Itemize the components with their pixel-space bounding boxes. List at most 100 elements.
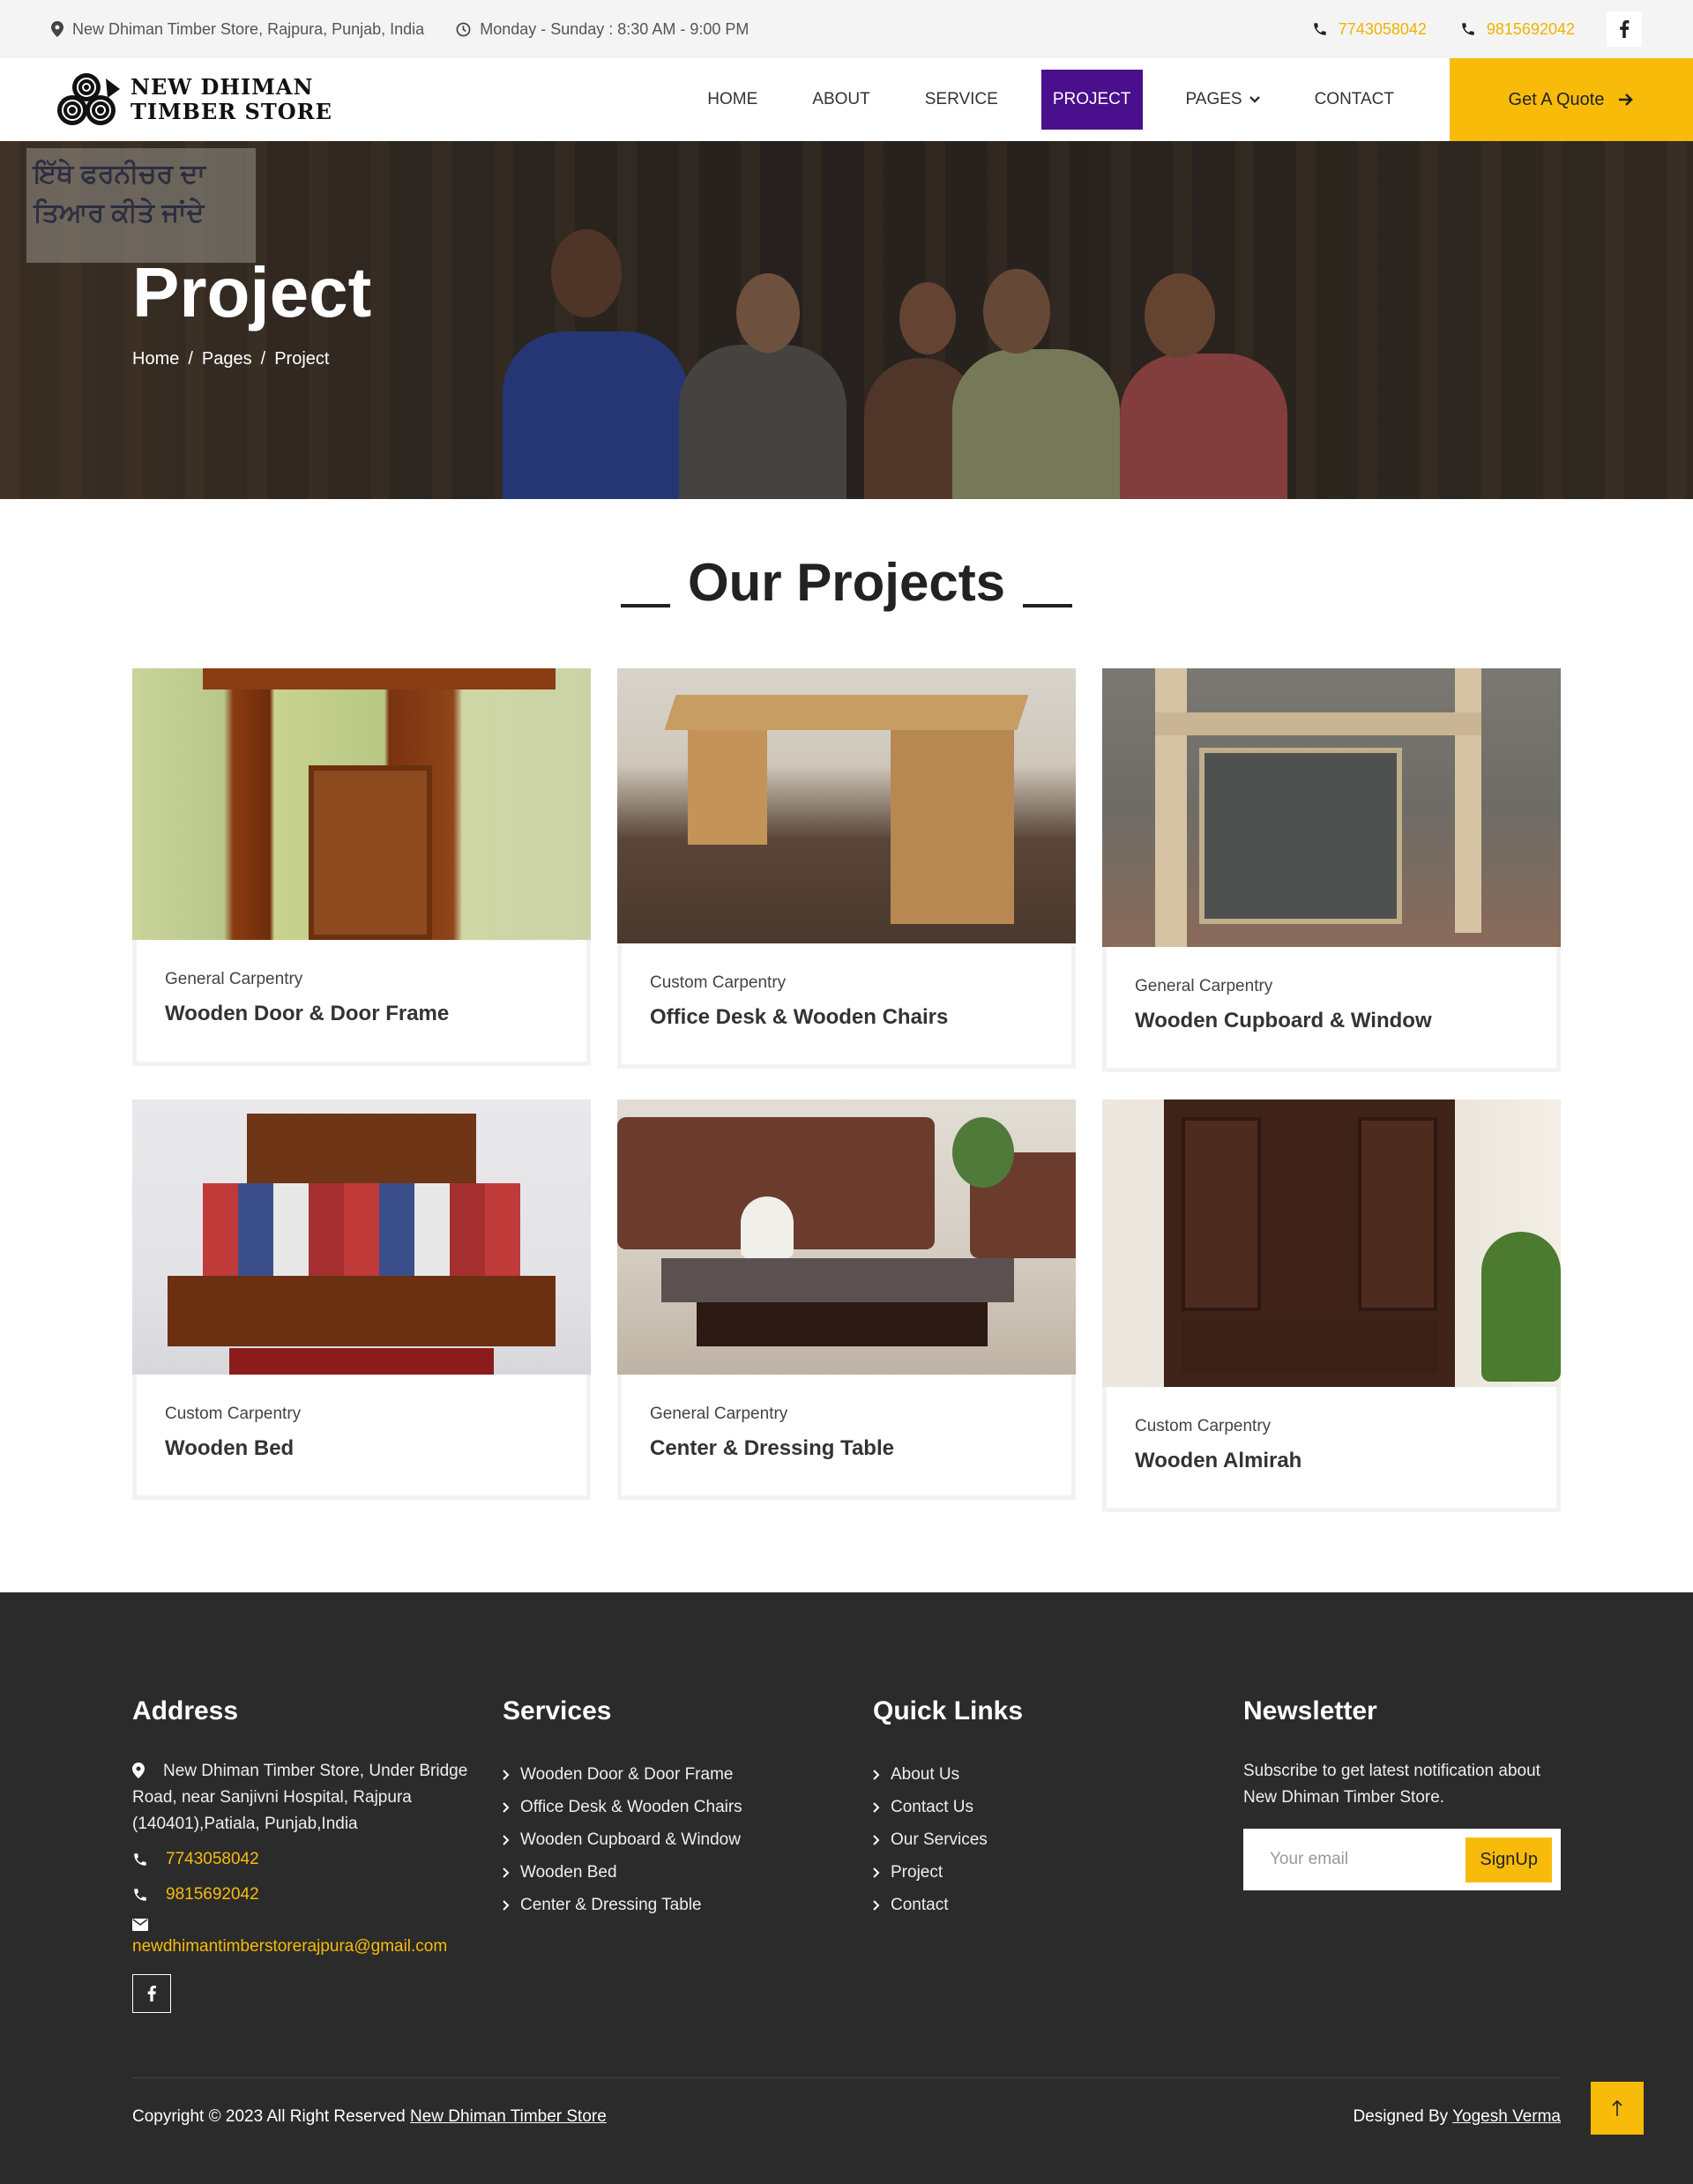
chevron-right-icon xyxy=(503,1867,510,1878)
newsletter-email-input[interactable]: Your email xyxy=(1270,1850,1466,1869)
phone-icon xyxy=(134,1889,146,1901)
footer-newsletter-column: Newsletter Subscribe to get latest notif… xyxy=(1243,1696,1561,1890)
footer-service-link[interactable]: Wooden Door & Door Frame xyxy=(503,1758,838,1791)
footer-quick-link[interactable]: Contact Us xyxy=(873,1791,1208,1823)
project-category: General Carpentry xyxy=(165,970,303,988)
footer-phone-2[interactable]: 9815692042 xyxy=(132,1882,485,1908)
footer-facebook-button[interactable] xyxy=(132,1974,171,2013)
clock-icon xyxy=(456,22,471,36)
almirah-door-left xyxy=(1182,1117,1261,1311)
project-card[interactable]: General Carpentry Center & Dressing Tabl… xyxy=(617,1099,1076,1500)
project-card[interactable]: General Carpentry Wooden Door & Door Fra… xyxy=(132,668,591,1066)
get-quote-button[interactable]: Get A Quote xyxy=(1450,58,1693,141)
project-image-office-desk xyxy=(617,668,1076,943)
breadcrumb-pages[interactable]: Pages xyxy=(202,349,252,369)
chevron-right-icon xyxy=(503,1834,510,1845)
phone-number-1[interactable]: 7743058042 xyxy=(1339,20,1427,39)
nav-service[interactable]: SERVICE xyxy=(914,70,1010,130)
footer-address-value: New Dhiman Timber Store, Under Bridge Ro… xyxy=(132,1762,468,1833)
footer-email[interactable]: newdhimantimberstorerajpura@gmail.com xyxy=(132,1919,485,1957)
back-to-top-button[interactable] xyxy=(1591,2082,1644,2135)
chevron-right-icon xyxy=(873,1899,880,1911)
envelope-icon xyxy=(132,1919,148,1931)
nav-home[interactable]: HOME xyxy=(696,70,769,130)
footer-quick-link[interactable]: Project xyxy=(873,1856,1208,1889)
location-pin-icon xyxy=(132,1763,145,1778)
breadcrumb-separator: / xyxy=(188,349,193,369)
chevron-down-icon xyxy=(1249,96,1260,103)
designer-credit-text: Designed By xyxy=(1353,2107,1449,2126)
nav-contact[interactable]: CONTACT xyxy=(1303,70,1406,130)
heading-decoration xyxy=(620,603,670,607)
phone-link-1[interactable]: 7743058042 xyxy=(1312,20,1427,39)
footer-phone-number-2[interactable]: 9815692042 xyxy=(166,1882,259,1908)
top-bar-contact: 7743058042 9815692042 xyxy=(1279,11,1642,47)
footer-quick-link-label: Project xyxy=(891,1862,943,1882)
facebook-button[interactable] xyxy=(1607,11,1642,47)
footer-phone-number-1[interactable]: 7743058042 xyxy=(166,1846,259,1873)
project-card[interactable]: Custom Carpentry Wooden Bed xyxy=(132,1099,591,1500)
footer-service-label: Wooden Bed xyxy=(520,1862,617,1882)
footer-email-address[interactable]: newdhimantimberstorerajpura@gmail.com xyxy=(132,1937,485,1957)
bed-headboard xyxy=(247,1114,476,1184)
footer-service-label: Office Desk & Wooden Chairs xyxy=(520,1797,742,1816)
chevron-right-icon xyxy=(873,1801,880,1813)
page-title: Project xyxy=(132,253,372,332)
footer-phone-1[interactable]: 7743058042 xyxy=(132,1846,485,1873)
footer-address-text: New Dhiman Timber Store, Under Bridge Ro… xyxy=(132,1758,485,1837)
project-category: Custom Carpentry xyxy=(1135,1417,1272,1435)
site-logo[interactable]: NEW DHIMAN TIMBER STORE xyxy=(55,71,332,128)
footer-quick-link[interactable]: Our Services xyxy=(873,1823,1208,1856)
nav-project[interactable]: PROJECT xyxy=(1040,70,1143,130)
project-card[interactable]: Custom Carpentry Wooden Almirah xyxy=(1102,1099,1561,1512)
plant xyxy=(1481,1232,1561,1382)
newsletter-description: Subscribe to get latest notification abo… xyxy=(1243,1762,1540,1807)
footer-quicklinks-heading: Quick Links xyxy=(873,1696,1024,1726)
main-header: NEW DHIMAN TIMBER STORE HOME ABOUT SERVI… xyxy=(0,58,1693,141)
project-title[interactable]: Wooden Cupboard & Window xyxy=(1135,1009,1556,1033)
logo-line-1: NEW DHIMAN xyxy=(131,74,314,100)
footer-service-link[interactable]: Wooden Cupboard & Window xyxy=(503,1823,838,1856)
project-title[interactable]: Wooden Door & Door Frame xyxy=(165,1002,586,1026)
chevron-right-icon xyxy=(873,1867,880,1878)
desk-cabinet xyxy=(688,730,767,845)
door-frame xyxy=(203,668,556,689)
projects-heading-text: Our Projects xyxy=(687,553,1006,612)
designer-link[interactable]: Yogesh Verma xyxy=(1452,2107,1561,2126)
footer-quicklinks-column: Quick Links About Us Contact Us Our Serv… xyxy=(873,1696,1208,1921)
project-category: Custom Carpentry xyxy=(165,1405,302,1423)
footer-service-link[interactable]: Wooden Bed xyxy=(503,1856,838,1889)
project-title[interactable]: Wooden Bed xyxy=(165,1436,586,1461)
project-title[interactable]: Office Desk & Wooden Chairs xyxy=(650,1005,1071,1030)
door-panel xyxy=(309,765,432,940)
project-card[interactable]: General Carpentry Wooden Cupboard & Wind… xyxy=(1102,668,1561,1072)
project-image-center-table xyxy=(617,1099,1076,1375)
phone-link-2[interactable]: 9815692042 xyxy=(1460,20,1575,39)
nav-about[interactable]: ABOUT xyxy=(801,70,881,130)
footer-address-column: Address New Dhiman Timber Store, Under B… xyxy=(132,1696,485,2013)
project-title[interactable]: Center & Dressing Table xyxy=(650,1436,1071,1461)
project-category: General Carpentry xyxy=(1135,977,1273,995)
cupboard-frame-left xyxy=(1155,668,1187,947)
phone-number-2[interactable]: 9815692042 xyxy=(1487,20,1575,39)
footer-quick-link[interactable]: About Us xyxy=(873,1758,1208,1791)
designer-credit: Designed By Yogesh Verma xyxy=(1353,2107,1561,2127)
bed-rug xyxy=(229,1348,494,1375)
project-card[interactable]: Custom Carpentry Office Desk & Wooden Ch… xyxy=(617,668,1076,1069)
footer-service-link[interactable]: Center & Dressing Table xyxy=(503,1889,838,1921)
top-bar: New Dhiman Timber Store, Rajpura, Punjab… xyxy=(0,0,1693,58)
footer-service-link[interactable]: Office Desk & Wooden Chairs xyxy=(503,1791,838,1823)
breadcrumb-home[interactable]: Home xyxy=(132,349,179,369)
facebook-icon xyxy=(147,1986,156,2001)
breadcrumb-current: Project xyxy=(274,349,330,369)
project-title[interactable]: Wooden Almirah xyxy=(1135,1449,1556,1473)
site-footer: Address New Dhiman Timber Store, Under B… xyxy=(0,1592,1693,2184)
newsletter-signup-button[interactable]: SignUp xyxy=(1466,1837,1552,1882)
footer-quick-link[interactable]: Contact xyxy=(873,1889,1208,1921)
footer-address: New Dhiman Timber Store, Under Bridge Ro… xyxy=(132,1758,485,1837)
bed-base xyxy=(168,1276,556,1346)
facebook-icon xyxy=(1620,20,1630,38)
project-image-door xyxy=(132,668,591,940)
copyright-link[interactable]: New Dhiman Timber Store xyxy=(410,2107,607,2126)
nav-pages[interactable]: PAGES xyxy=(1175,70,1272,130)
